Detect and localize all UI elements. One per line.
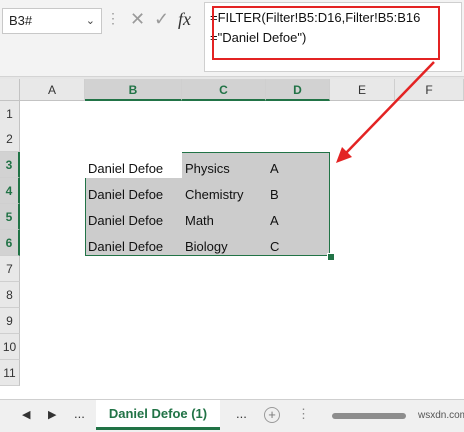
cell-c6[interactable]: Biology (185, 234, 228, 260)
row-header-3[interactable]: 3 (0, 152, 20, 178)
cell-b6[interactable]: Daniel Defoe (88, 234, 163, 260)
cell-d5[interactable]: A (270, 208, 279, 234)
row-header-7[interactable]: 7 (0, 256, 20, 282)
column-header-c[interactable]: C (182, 79, 266, 101)
scroll-right-icon[interactable]: ▶ (48, 408, 56, 421)
cell-c4[interactable]: Chemistry (185, 182, 244, 208)
formula-highlight-rectangle (212, 6, 440, 60)
row-header-5[interactable]: 5 (0, 204, 20, 230)
insert-function-icon[interactable]: fx (178, 9, 191, 30)
cell-d6[interactable]: C (270, 234, 279, 260)
scroll-left-icon[interactable]: ◀ (22, 408, 30, 421)
add-sheet-button[interactable]: + (264, 407, 280, 423)
enter-check-icon[interactable]: ✓ (154, 9, 169, 30)
next-sheets-ellipsis[interactable]: ... (236, 406, 247, 421)
row-header-11[interactable]: 11 (0, 360, 20, 386)
column-header-b[interactable]: B (85, 79, 182, 101)
watermark: wsxdn.com (418, 410, 464, 421)
row-header-1[interactable]: 1 (0, 101, 20, 127)
cell-d4[interactable]: B (270, 182, 279, 208)
fill-handle[interactable] (327, 253, 335, 261)
column-header-f[interactable]: F (395, 79, 464, 101)
chevron-down-icon[interactable]: ⌄ (86, 9, 95, 33)
formula-controls: ✕ ✓ fx (118, 5, 204, 35)
cell-b5[interactable]: Daniel Defoe (88, 208, 163, 234)
column-header-a[interactable]: A (20, 79, 85, 101)
name-box-value: B3# (9, 13, 33, 28)
cell-c5[interactable]: Math (185, 208, 214, 234)
sheet-tab-bar: ◀ ▶ ... Daniel Defoe (1) ... + ⋮ (0, 399, 464, 432)
tab-daniel-defoe-1[interactable]: Daniel Defoe (1) (96, 400, 220, 430)
tab-label: Daniel Defoe (1) (108, 406, 208, 421)
cell-b3[interactable]: Daniel Defoe (88, 156, 163, 182)
row-header-8[interactable]: 8 (0, 282, 20, 308)
formula-bar: B3# ⌄ ⋮ ✕ ✓ fx =FILTER(Filter!B5:D16,Fil… (0, 0, 464, 77)
scrollbar-thumb[interactable] (332, 413, 406, 419)
row-header-10[interactable]: 10 (0, 334, 20, 360)
more-options-icon[interactable]: ⋮ (297, 406, 310, 422)
previous-sheets-ellipsis[interactable]: ... (74, 406, 85, 421)
cell-d3[interactable]: A (270, 156, 279, 182)
select-all-corner[interactable] (0, 79, 20, 101)
name-box[interactable]: B3# ⌄ (2, 8, 102, 34)
row-header-9[interactable]: 9 (0, 308, 20, 334)
column-header-d[interactable]: D (266, 79, 330, 101)
cancel-icon[interactable]: ✕ (130, 9, 145, 30)
worksheet-grid[interactable]: A B C D E F 1 2 3 4 5 6 7 8 9 10 11 Dani… (0, 79, 464, 399)
row-header-2[interactable]: 2 (0, 126, 20, 152)
column-header-e[interactable]: E (330, 79, 395, 101)
cell-c3[interactable]: Physics (185, 156, 230, 182)
row-header-6[interactable]: 6 (0, 230, 20, 256)
cell-b4[interactable]: Daniel Defoe (88, 182, 163, 208)
row-header-4[interactable]: 4 (0, 178, 20, 204)
